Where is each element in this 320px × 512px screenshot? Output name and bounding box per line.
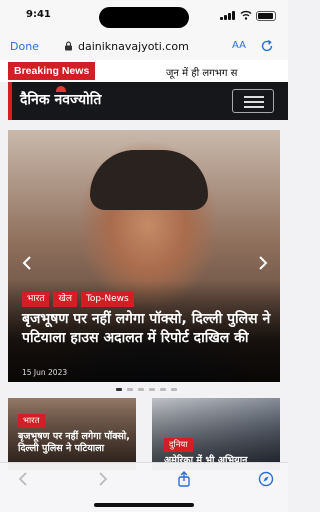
hero-tag[interactable]: खेल [53,292,77,307]
card-headline[interactable]: बृजभूषण पर नहीं लगेगा पॉक्सो, दिल्ली पुल… [18,431,130,455]
signal-icon [220,11,236,20]
battery-icon [256,11,276,21]
pager-dot[interactable] [127,388,133,391]
card-tag[interactable]: भारत [18,414,45,428]
pager-dot[interactable] [149,388,155,391]
hero-tags: भारत खेल Top-News [22,292,134,307]
wifi-icon [240,10,252,20]
text-size-button[interactable]: AA [232,40,246,51]
news-card[interactable]: भारत बृजभूषण पर नहीं लगेगा पॉक्सो, दिल्ल… [8,398,136,470]
chevron-right-icon[interactable] [258,256,268,270]
pager-dot[interactable] [160,388,166,391]
hamburger-icon [244,96,264,98]
news-card[interactable]: दुनिया अमेरिका में भी अभियान [152,398,280,470]
hero-date: 15 Jun 2023 [22,368,68,377]
url-field[interactable]: dainiknavajyoti.com [78,40,189,53]
compass-icon[interactable] [258,471,274,487]
breaking-news-ticker[interactable]: जून में ही लगभग स [166,65,237,79]
site-header: दैनिक नवज्योति [8,82,288,120]
breaking-news-label: Breaking News [8,62,96,80]
share-icon[interactable] [176,471,192,487]
browser-address-bar: Done dainiknavajyoti.com AA [0,32,288,60]
forward-icon[interactable] [94,471,110,487]
pager-dot[interactable] [171,388,177,391]
pager-dot[interactable] [138,388,144,391]
status-time: 9:41 [26,9,51,20]
hero-tag[interactable]: Top-News [80,292,134,307]
status-bar: 9:41 [0,0,288,32]
site-logo[interactable]: दैनिक नवज्योति [20,90,101,109]
pager-dot[interactable] [116,388,122,391]
hero-slide[interactable]: भारत खेल Top-News बृजभूषण पर नहीं लगेगा … [8,130,280,382]
done-button[interactable]: Done [10,40,39,53]
home-indicator [94,503,194,507]
menu-button[interactable] [232,89,274,113]
back-icon[interactable] [16,471,32,487]
reload-icon[interactable] [260,39,274,53]
hero-tag[interactable]: भारत [22,292,50,307]
slider-pagination [116,388,177,391]
card-tag[interactable]: दुनिया [164,438,193,452]
hero-headline[interactable]: बृजभूषण पर नहीं लगेगा पॉक्सो, दिल्ली पुल… [22,310,272,348]
dynamic-island [99,7,189,28]
breaking-news-bar: Breaking News जून में ही लगभग स [0,60,288,82]
lock-icon [65,41,72,51]
chevron-left-icon[interactable] [22,256,32,270]
logo-sun-icon [56,86,66,92]
